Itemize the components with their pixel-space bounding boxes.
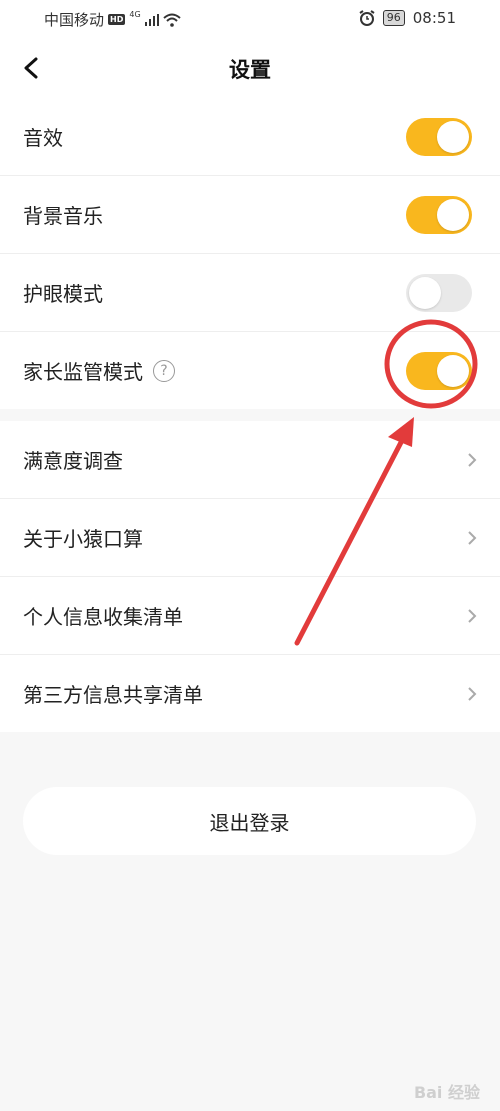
link-row-about[interactable]: 关于小猿口算: [0, 499, 500, 577]
chevron-right-icon: [468, 452, 477, 467]
setting-row-eye-care: 护眼模式: [0, 254, 500, 332]
setting-label: 音效: [23, 126, 63, 150]
setting-label: 背景音乐: [23, 204, 103, 228]
chevron-right-icon: [468, 530, 477, 545]
clock: 08:51: [412, 9, 456, 27]
status-bar: 中国移动 HD 4G 96 08:51: [0, 0, 500, 38]
setting-label: 护眼模式: [23, 282, 103, 306]
alarm-icon: [359, 10, 375, 26]
battery-indicator: 96: [382, 10, 405, 26]
setting-row-background-music: 背景音乐: [0, 176, 500, 254]
status-left: 中国移动 HD 4G: [44, 9, 181, 30]
toggle-knob: [437, 354, 469, 387]
watermark: Bai 经验: [413, 1083, 480, 1102]
network-type: 4G: [129, 10, 141, 19]
setting-row-parental-control: 家长监管模式 ?: [0, 332, 500, 409]
link-label: 第三方信息共享清单: [23, 683, 203, 707]
link-row-third-party-sharing[interactable]: 第三方信息共享清单: [0, 655, 500, 732]
signal-icon: [144, 13, 159, 26]
help-icon[interactable]: ?: [153, 359, 175, 382]
setting-row-sound: 音效: [0, 98, 500, 176]
link-label: 个人信息收集清单: [23, 605, 183, 629]
link-settings-group: 满意度调查 关于小猿口算 个人信息收集清单 第三方信息共享清单: [0, 421, 500, 732]
carrier-name: 中国移动: [44, 11, 105, 29]
hd-badge: HD: [108, 14, 126, 25]
status-right: 96 08:51: [359, 9, 456, 27]
chevron-right-icon: [468, 608, 477, 623]
parental-control-toggle[interactable]: [406, 351, 472, 390]
toggle-settings-group: 音效 背景音乐 护眼模式 家长监管模式 ?: [0, 98, 500, 409]
link-label: 满意度调查: [23, 449, 123, 473]
nav-bar: 设置: [0, 38, 500, 98]
page-title: 设置: [229, 58, 271, 82]
link-label: 关于小猿口算: [23, 527, 143, 551]
chevron-right-icon: [468, 686, 477, 701]
toggle-knob: [437, 120, 469, 153]
setting-label-with-help: 家长监管模式 ?: [23, 356, 175, 385]
wifi-icon: [162, 13, 181, 27]
eye-care-toggle[interactable]: [406, 273, 472, 312]
sound-toggle[interactable]: [406, 117, 472, 156]
toggle-knob: [437, 198, 469, 231]
toggle-knob: [409, 276, 441, 309]
background-music-toggle[interactable]: [406, 195, 472, 234]
setting-label: 家长监管模式: [23, 360, 143, 384]
link-row-personal-info[interactable]: 个人信息收集清单: [0, 577, 500, 655]
link-row-survey[interactable]: 满意度调查: [0, 421, 500, 499]
logout-button[interactable]: 退出登录: [23, 787, 476, 855]
